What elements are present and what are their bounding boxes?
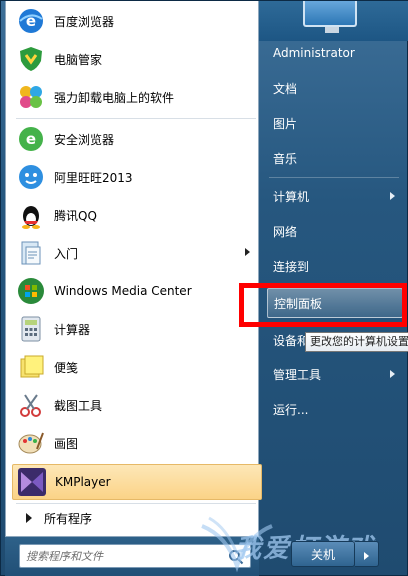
menu-item-label: 文档 [273, 81, 298, 96]
shutdown-label: 关机 [310, 547, 335, 562]
program-label: 阿里旺旺2013 [54, 170, 133, 185]
snipping-tool-icon [16, 390, 46, 420]
program-item-snipping-tool[interactable]: 截图工具 [12, 387, 258, 423]
program-item-media-center[interactable]: Windows Media Center [12, 273, 258, 309]
baidu-browser-icon: e [16, 6, 46, 36]
all-programs-label: 所有程序 [44, 511, 93, 526]
aliwangwang-icon [16, 162, 46, 192]
program-label: 便笺 [54, 360, 79, 375]
program-label: 腾讯QQ [54, 208, 97, 223]
program-item-baidu-browser[interactable]: e 百度浏览器 [12, 3, 258, 39]
getting-started-icon [16, 238, 46, 268]
tooltip: 更改您的计算机设置 [305, 332, 408, 352]
uninstaller-icon [16, 82, 46, 112]
shutdown-options-button[interactable] [355, 541, 379, 567]
menu-item-label: 设备和 [273, 333, 310, 348]
program-label: Windows Media Center [54, 284, 192, 298]
pc-manager-icon [16, 44, 46, 74]
program-label: 画图 [54, 436, 79, 451]
menu-item-label: 音乐 [273, 151, 298, 166]
submenu-arrow-icon [390, 192, 395, 200]
svg-text:e: e [26, 130, 36, 148]
paint-icon [16, 428, 46, 458]
menu-item-run[interactable]: 运行... [267, 394, 403, 424]
menu-item-pictures[interactable]: 图片 [267, 108, 403, 138]
menu-item-label: 连接到 [273, 259, 310, 274]
menu-item-administrator[interactable]: Administrator [267, 38, 403, 68]
menu-item-music[interactable]: 音乐 [267, 143, 403, 173]
menu-item-label: 网络 [273, 224, 298, 239]
menu-item-label: 图片 [273, 116, 298, 131]
program-item-paint[interactable]: 画图 [12, 425, 258, 461]
program-item-sticky-notes[interactable]: 便笺 [12, 349, 258, 385]
monitor-stand [325, 27, 339, 33]
media-center-icon [16, 276, 46, 306]
program-label: KMPlayer [55, 475, 111, 489]
program-item-getting-started[interactable]: 入门 [12, 235, 258, 271]
qq-icon [16, 200, 46, 230]
program-label: 截图工具 [54, 398, 103, 413]
menu-item-network[interactable]: 网络 [267, 216, 403, 246]
submenu-arrow-icon [245, 248, 250, 256]
program-item-qq[interactable]: 腾讯QQ [12, 197, 258, 233]
menu-item-label: 管理工具 [273, 367, 322, 382]
expand-arrow-icon [26, 513, 32, 523]
program-item-calculator[interactable]: 计算器 [12, 311, 258, 347]
program-label: 强力卸载电脑上的软件 [54, 90, 175, 105]
sticky-notes-icon [16, 352, 46, 382]
program-label: 入门 [54, 246, 79, 261]
kmplayer-icon [17, 467, 47, 497]
highlight-box [239, 283, 407, 327]
program-item-safe-browser[interactable]: e 安全浏览器 [12, 121, 258, 157]
program-label: 电脑管家 [54, 52, 103, 67]
shutdown-button[interactable]: 关机 [291, 541, 355, 567]
separator [16, 503, 256, 504]
separator [269, 177, 399, 178]
user-picture[interactable] [303, 1, 357, 33]
calculator-icon [16, 314, 46, 344]
menu-item-label: Administrator [273, 46, 355, 60]
program-label: 计算器 [54, 322, 91, 337]
program-item-pc-manager[interactable]: 电脑管家 [12, 41, 258, 77]
program-label: 安全浏览器 [54, 132, 115, 147]
menu-item-documents[interactable]: 文档 [267, 73, 403, 103]
menu-item-label: 运行... [273, 402, 309, 417]
programs-pane: e 百度浏览器 电脑管家 强力卸载电脑上的软件 e 安全浏览器 阿里旺旺2013… [5, 1, 262, 537]
safe-browser-icon: e [16, 124, 46, 154]
separator [16, 118, 256, 119]
program-item-uninstaller[interactable]: 强力卸载电脑上的软件 [12, 79, 258, 115]
program-item-kmplayer[interactable]: KMPlayer [12, 464, 262, 500]
start-menu: e 百度浏览器 电脑管家 强力卸载电脑上的软件 e 安全浏览器 阿里旺旺2013… [0, 0, 408, 576]
program-item-aliwangwang[interactable]: 阿里旺旺2013 [12, 159, 258, 195]
search-input[interactable] [20, 545, 220, 567]
submenu-arrow-icon [390, 370, 395, 378]
menu-item-label: 计算机 [273, 189, 310, 204]
menu-item-connect-to[interactable]: 连接到 [267, 251, 403, 281]
menu-item-computer[interactable]: 计算机 [267, 181, 403, 211]
program-label: 百度浏览器 [54, 14, 115, 29]
menu-item-admin-tools[interactable]: 管理工具 [267, 359, 403, 389]
